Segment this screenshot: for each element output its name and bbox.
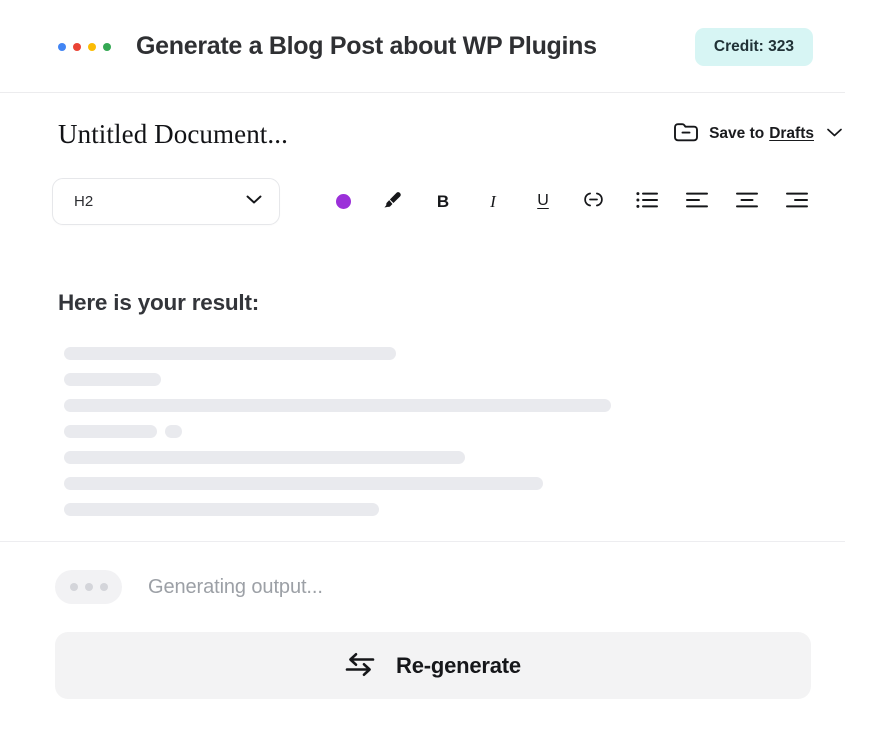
align-center-button[interactable] (722, 180, 772, 222)
chevron-down-icon[interactable] (826, 125, 843, 143)
bold-icon: B (437, 193, 449, 210)
folder-minus-icon (673, 121, 699, 148)
dot-blue (58, 43, 66, 51)
text-color-button[interactable] (318, 180, 368, 222)
app-header: Generate a Blog Post about WP Plugins Cr… (0, 0, 878, 93)
typing-dot (100, 583, 108, 591)
skeleton-row (64, 451, 843, 464)
typing-indicator (55, 570, 122, 604)
skeleton-placeholder-list (58, 347, 843, 529)
header-divider (0, 92, 845, 93)
skeleton-row (64, 425, 843, 438)
save-to-drafts-text: Save to Drafts (709, 125, 814, 143)
skeleton-bar (64, 503, 379, 516)
skeleton-bar (64, 347, 396, 360)
bullet-list-button[interactable] (622, 180, 672, 222)
save-to-drafts-control[interactable]: Save to Drafts (673, 121, 843, 148)
typing-dot (85, 583, 93, 591)
align-right-icon (786, 191, 808, 212)
page-title: Generate a Blog Post about WP Plugins (136, 32, 597, 61)
highlighter-icon (382, 189, 404, 214)
regenerate-label: Re-generate (396, 653, 521, 679)
skeleton-row (64, 399, 843, 412)
app-window: Generate a Blog Post about WP Plugins Cr… (0, 0, 878, 748)
skeleton-row (64, 503, 843, 516)
save-label: Save to (709, 125, 764, 143)
underline-icon: U (537, 193, 549, 209)
align-left-icon (686, 191, 708, 212)
block-format-select[interactable]: H2 (52, 178, 280, 225)
status-text: Generating output... (148, 576, 323, 599)
skeleton-bar (64, 425, 157, 438)
align-right-button[interactable] (772, 180, 822, 222)
result-heading: Here is your result: (58, 290, 843, 316)
block-format-value: H2 (74, 193, 93, 210)
align-left-button[interactable] (672, 180, 722, 222)
italic-button[interactable]: I (468, 180, 518, 222)
dot-red (73, 43, 81, 51)
editor-toolbar: H2 B (0, 170, 878, 232)
bullet-list-icon (636, 191, 658, 212)
document-title-row: Untitled Document... Save to Drafts (0, 98, 878, 170)
dot-green (103, 43, 111, 51)
save-target[interactable]: Drafts (769, 125, 814, 143)
skeleton-bar (64, 451, 465, 464)
skeleton-bar (64, 399, 611, 412)
swap-arrows-icon (345, 650, 375, 681)
document-title[interactable]: Untitled Document... (58, 119, 288, 150)
regenerate-button[interactable]: Re-generate (55, 632, 811, 699)
footer: Generating output... Re-generate (0, 542, 878, 699)
bold-button[interactable]: B (418, 180, 468, 222)
skeleton-bar (64, 477, 543, 490)
body-divider (0, 541, 845, 542)
dot-yellow (88, 43, 96, 51)
color-swatch-icon (336, 194, 351, 209)
credit-badge: Credit: 323 (695, 28, 813, 66)
result-body: Here is your result: (0, 232, 878, 542)
generation-status-row: Generating output... (55, 542, 843, 632)
skeleton-row (64, 347, 843, 360)
skeleton-row (64, 477, 843, 490)
skeleton-bar (64, 373, 161, 386)
link-button[interactable] (568, 180, 618, 222)
skeleton-row (64, 373, 843, 386)
formatting-tools: B I U (318, 180, 822, 222)
underline-button[interactable]: U (518, 180, 568, 222)
italic-icon: I (490, 193, 496, 210)
typing-dot (70, 583, 78, 591)
link-icon (582, 191, 605, 211)
highlighter-button[interactable] (368, 180, 418, 222)
window-dots (58, 43, 111, 51)
skeleton-bar (165, 425, 182, 438)
align-center-icon (736, 191, 758, 212)
chevron-down-icon (245, 192, 263, 210)
